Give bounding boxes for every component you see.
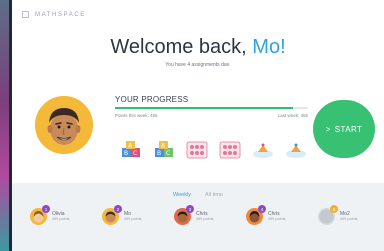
dice-grid-icon[interactable] [219, 141, 241, 159]
progress-labels: Points this week: 455 Last week: 455 [115, 113, 308, 118]
assignments-due-text: You have 4 assignments due. [165, 62, 231, 68]
tab-all-time[interactable]: All time [205, 192, 223, 198]
badges-row: A B C A B C [120, 141, 307, 159]
progress-bar [115, 107, 308, 109]
points-this-week: Points this week: 455 [115, 113, 158, 118]
svg-text:C: C [166, 150, 170, 157]
progress-section: YOUR PROGRESS Points this week: 455 Last… [115, 95, 308, 118]
page-title: Welcome back, Mo! [12, 36, 384, 59]
svg-text:B: B [124, 150, 128, 157]
leaderboard-tabs: Weekly All time [12, 192, 384, 198]
dice-grid-icon[interactable] [186, 141, 208, 159]
svg-text:B: B [157, 150, 161, 157]
leader-points: 455 points [268, 217, 286, 221]
user-avatar[interactable] [35, 96, 93, 154]
rank-badge: 3 [186, 205, 194, 213]
leader-avatar: 3 [174, 205, 194, 225]
leader-points: 455 points [52, 217, 70, 221]
leader-avatar: 2 [102, 205, 122, 225]
progress-fill [115, 107, 293, 109]
rank-badge: 2 [114, 205, 122, 213]
logo-icon [22, 11, 29, 18]
leader-avatar: 4 [246, 205, 266, 225]
leader-points: 455 points [340, 217, 358, 221]
leader-item[interactable]: 1 Olivia 455 points [30, 205, 82, 225]
tab-weekly[interactable]: Weekly [173, 192, 191, 198]
rank-badge: 5 [330, 205, 338, 213]
abc-blocks-icon[interactable]: A B C [153, 141, 175, 159]
rank-badge: 4 [258, 205, 266, 213]
progress-title: YOUR PROGRESS [115, 95, 189, 104]
greeting-text: Welcome back, [110, 36, 253, 58]
chevron-right-icon: > [325, 124, 331, 134]
abc-blocks-icon[interactable]: A B C [120, 141, 142, 159]
logo[interactable]: MATHSPACE [22, 11, 86, 18]
cloud-cap-icon[interactable] [252, 141, 274, 159]
rank-badge: 1 [42, 205, 50, 213]
logo-text: MATHSPACE [35, 11, 86, 18]
leaderboard: Weekly All time 1 Olivia 455 points 2 Mo… [12, 183, 384, 251]
points-last-week: Last week: 455 [277, 113, 308, 118]
start-button[interactable]: > START [313, 100, 375, 158]
leader-item[interactable]: 5 Mo2 455 points [318, 205, 370, 225]
leader-avatar: 1 [30, 205, 50, 225]
boy-face-icon [35, 96, 93, 154]
cloud-cap-icon[interactable] [285, 141, 307, 159]
leader-item[interactable]: 4 Chris 455 points [246, 205, 298, 225]
leader-item[interactable]: 3 Chris 455 points [174, 205, 226, 225]
leader-avatar: 5 [318, 205, 338, 225]
dashboard: MATHSPACE Welcome back, Mo! You have 4 a… [12, 0, 384, 251]
user-name: Mo! [252, 36, 286, 58]
start-label: START [334, 124, 363, 134]
leader-list: 1 Olivia 455 points 2 Mo 455 points 3 Ch… [30, 205, 370, 225]
leader-points: 455 points [124, 217, 142, 221]
svg-text:C: C [133, 150, 137, 157]
side-panel [0, 0, 12, 251]
leader-points: 455 points [196, 217, 214, 221]
leader-item[interactable]: 2 Mo 455 points [102, 205, 154, 225]
